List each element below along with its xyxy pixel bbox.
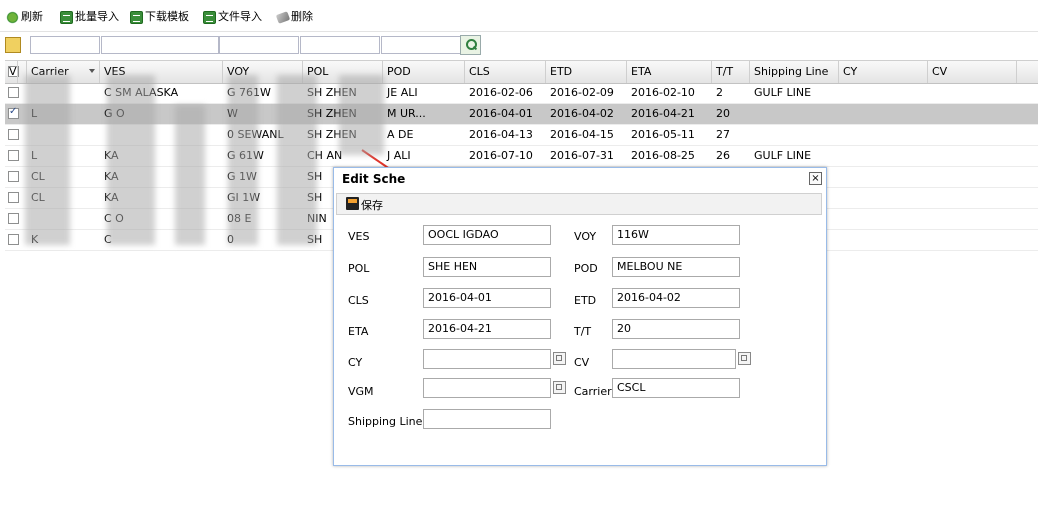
- pol-label: POL: [348, 262, 370, 275]
- redaction-blur: [277, 75, 317, 245]
- eta-label: ETA: [348, 325, 369, 338]
- calendar-icon[interactable]: [553, 381, 566, 394]
- carrier-field[interactable]: CSCL: [612, 378, 740, 398]
- cls-field[interactable]: 2016-04-01: [423, 288, 551, 308]
- redaction-blur: [228, 75, 258, 245]
- voy-label: VOY: [574, 230, 597, 243]
- cls-label: CLS: [348, 294, 369, 307]
- cv-field[interactable]: [612, 349, 736, 369]
- vgm-field[interactable]: [423, 378, 551, 398]
- save-button[interactable]: 保存: [361, 197, 383, 213]
- eta-field[interactable]: 2016-04-21: [423, 319, 551, 339]
- ves-field[interactable]: OOCL IGDAO: [423, 225, 551, 245]
- cy-label: CY: [348, 356, 363, 369]
- etd-field[interactable]: 2016-04-02: [612, 288, 740, 308]
- shipping-line-field[interactable]: [423, 409, 551, 429]
- cv-label: CV: [574, 356, 590, 369]
- tt-label: T/T: [574, 325, 592, 338]
- redaction-blur: [339, 75, 384, 155]
- redaction-blur: [25, 75, 70, 245]
- close-icon[interactable]: ×: [809, 172, 822, 185]
- calendar-icon[interactable]: [553, 352, 566, 365]
- voy-field[interactable]: 116W: [612, 225, 740, 245]
- redaction-blur: [107, 75, 155, 245]
- carrier-label: Carrier: [574, 385, 612, 398]
- save-icon: [346, 197, 359, 210]
- dialog-toolbar: 保存: [336, 193, 822, 215]
- dialog-title: Edit Sche: [334, 168, 826, 189]
- pod-field[interactable]: MELBOU NE: [612, 257, 740, 277]
- ves-label: VES: [348, 230, 370, 243]
- vgm-label: VGM: [348, 385, 374, 398]
- shipping-line-label: Shipping Line: [348, 415, 423, 428]
- cy-field[interactable]: [423, 349, 551, 369]
- etd-label: ETD: [574, 294, 597, 307]
- redaction-blur: [175, 105, 205, 245]
- tt-field[interactable]: 20: [612, 319, 740, 339]
- edit-schedule-dialog: Edit Sche × 保存 VES OOCL IGDAO VOY 116W P…: [333, 167, 827, 466]
- pol-field[interactable]: SHE HEN: [423, 257, 551, 277]
- calendar-icon[interactable]: [738, 352, 751, 365]
- pod-label: POD: [574, 262, 598, 275]
